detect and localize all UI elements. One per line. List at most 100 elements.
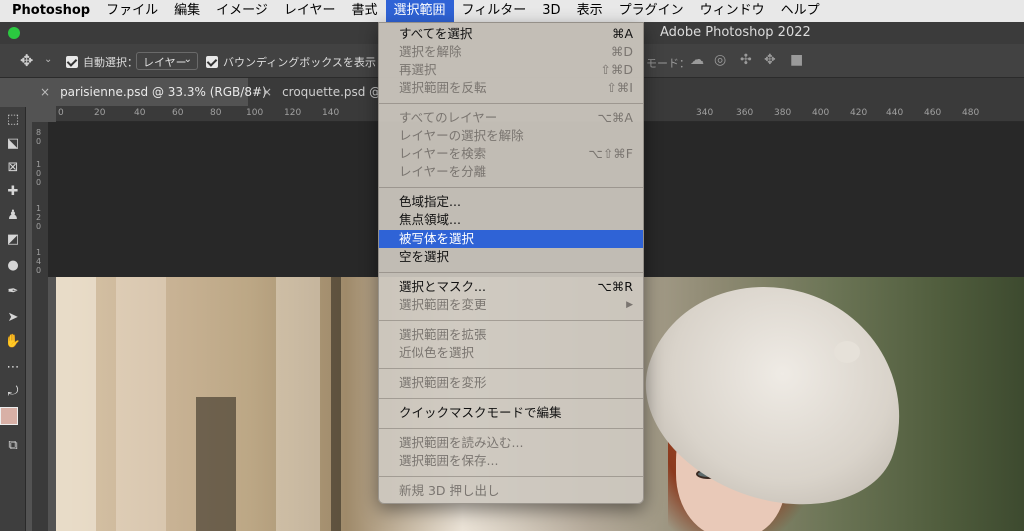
menu-layer[interactable]: レイヤー <box>276 0 344 22</box>
ruler-label: 80 <box>210 108 222 118</box>
menu-item-inverse[interactable]: 選択範囲を反転 ⇧⌘I <box>379 79 643 97</box>
select-menu-dropdown: すべてを選択 ⌘A 選択を解除 ⌘D 再選択 ⇧⌘D 選択範囲を反転 ⇧⌘I すべてのレ… <box>378 22 644 504</box>
subject-beret <box>619 277 933 531</box>
marquee-tool-icon[interactable]: ⬚ <box>4 111 22 129</box>
menu-item-color-range[interactable]: 色域指定... <box>379 193 643 211</box>
ruler-label: 1 2 0 <box>36 204 42 231</box>
menu-type[interactable]: 書式 <box>344 0 386 22</box>
menu-item-label: レイヤーを分離 <box>399 164 487 179</box>
tab-croquette[interactable]: × croquette.psd @ 33 <box>248 78 378 106</box>
eraser-tool-icon[interactable]: ◩ <box>4 231 22 249</box>
menu-item-focus-area[interactable]: 焦点領域... <box>379 211 643 229</box>
swap-colors-icon[interactable]: ⤾ <box>4 383 22 401</box>
ruler-label: 1 0 0 <box>36 160 42 187</box>
ruler-label: 20 <box>94 108 106 118</box>
checkbox-checked-icon <box>66 56 78 68</box>
menu-item-all-layers[interactable]: すべてのレイヤー ⌥⌘A <box>379 109 643 127</box>
menu-item-reselect[interactable]: 再選択 ⇧⌘D <box>379 61 643 79</box>
3d-mode-label: モード： <box>646 57 690 70</box>
menu-item-shortcut: ⇧⌘D <box>600 62 633 77</box>
menu-item-modify[interactable]: 選択範囲を変更 ▶ <box>379 296 643 314</box>
menu-bar: Photoshop ファイル 編集 イメージ レイヤー 書式 選択範囲 フィルタ… <box>0 0 1024 22</box>
menu-app-photoshop[interactable]: Photoshop <box>0 0 98 22</box>
healing-brush-icon[interactable]: ✚ <box>4 183 22 201</box>
menu-item-quick-mask[interactable]: クイックマスクモードで編集 <box>379 404 643 422</box>
menu-item-isolate-layers[interactable]: レイヤーを分離 <box>379 163 643 181</box>
menu-file[interactable]: ファイル <box>98 0 166 22</box>
auto-select-dropdown[interactable]: レイヤー ⌄ <box>136 52 198 70</box>
beret-stalk <box>834 341 860 363</box>
pen-tool-icon[interactable]: ✒ <box>4 283 22 301</box>
menu-item-save-selection[interactable]: 選択範囲を保存... <box>379 452 643 470</box>
menu-item-label: レイヤーを検索 <box>399 146 487 161</box>
tab-label: parisienne.psd @ 33.3% (RGB/8#) <box>60 85 267 99</box>
menu-item-label: 新規 3D 押し出し <box>399 483 500 498</box>
menu-item-label: 再選択 <box>399 62 437 77</box>
menu-select[interactable]: 選択範囲 <box>385 0 454 22</box>
object-select-tool-icon[interactable]: ⬕ <box>4 135 22 153</box>
menu-item-label: 焦点領域... <box>399 212 461 227</box>
menu-item-deselect-layers[interactable]: レイヤーの選択を解除 <box>379 127 643 145</box>
menu-3d[interactable]: 3D <box>534 0 568 22</box>
camera-3d-icon[interactable]: ■ <box>790 52 803 68</box>
menu-item-select-subject[interactable]: 被写体を選択 <box>379 230 643 248</box>
menu-item-grow[interactable]: 選択範囲を拡張 <box>379 326 643 344</box>
menu-item-label: 色域指定... <box>399 194 461 209</box>
menu-image[interactable]: イメージ <box>208 0 276 22</box>
ruler-label: 420 <box>850 108 868 118</box>
menu-item-similar[interactable]: 近似色を選択 <box>379 344 643 362</box>
ruler-label: 8 0 <box>36 128 42 146</box>
menu-item-select-sky[interactable]: 空を選択 <box>379 248 643 266</box>
menu-view[interactable]: 表示 <box>569 0 611 22</box>
tab-parisienne[interactable]: × parisienne.psd @ 33.3% (RGB/8#) <box>26 78 267 106</box>
menu-window[interactable]: ウィンドウ <box>692 0 773 22</box>
tool-preset-chevron-icon[interactable]: ⌄ <box>44 54 52 65</box>
menu-filter[interactable]: フィルター <box>454 0 535 22</box>
submenu-arrow-icon: ▶ <box>626 300 633 310</box>
menu-item-deselect[interactable]: 選択を解除 ⌘D <box>379 43 643 61</box>
bounding-box-label: バウンディングボックスを表示 <box>223 56 376 69</box>
hand-tool-icon[interactable]: ✋ <box>4 333 22 351</box>
menu-item-label: 選択範囲を読み込む... <box>399 435 524 450</box>
menu-help[interactable]: ヘルプ <box>773 0 828 22</box>
clone-stamp-icon[interactable]: ♟ <box>4 207 22 225</box>
checkbox-checked-icon <box>206 56 218 68</box>
close-tab-icon[interactable]: × <box>262 85 272 99</box>
auto-select-checkbox[interactable]: 自動選択： <box>66 54 138 70</box>
screen-mode-icon[interactable]: ⧉ <box>4 437 22 455</box>
menu-edit[interactable]: 編集 <box>166 0 208 22</box>
ruler-label: 120 <box>284 108 302 118</box>
menu-item-label: すべてを選択 <box>399 26 473 41</box>
menu-item-select-all[interactable]: すべてを選択 ⌘A <box>379 25 643 43</box>
ruler-label: 1 4 0 <box>36 248 42 275</box>
slide-3d-icon[interactable]: ✥ <box>764 52 776 68</box>
path-select-tool-icon[interactable]: ➤ <box>4 309 22 327</box>
window-zoom-button[interactable] <box>8 27 20 39</box>
menu-item-load-selection[interactable]: 選択範囲を読み込む... <box>379 434 643 452</box>
menu-item-label: 選択を解除 <box>399 44 462 59</box>
orbit-3d-icon[interactable]: ☁ <box>690 52 704 68</box>
menu-item-shortcut: ⌥⌘A <box>597 110 633 125</box>
menu-item-new-3d-extrusion[interactable]: 新規 3D 押し出し <box>379 482 643 500</box>
tab-label: croquette.psd @ 33 <box>282 85 378 99</box>
move-tool-icon[interactable]: ✥ <box>20 51 33 70</box>
vertical-ruler: 8 0 1 0 0 1 2 0 1 4 0 <box>32 122 48 531</box>
close-tab-icon[interactable]: × <box>40 85 50 99</box>
ruler-label: 440 <box>886 108 904 118</box>
show-bounding-box-checkbox[interactable]: バウンディングボックスを表示 <box>206 54 376 70</box>
drag-3d-icon[interactable]: ✣ <box>740 52 752 68</box>
frame-tool-icon[interactable]: ⊠ <box>4 159 22 177</box>
foreground-color-swatch[interactable] <box>0 407 18 425</box>
menu-plugins[interactable]: プラグイン <box>611 0 692 22</box>
ruler-label: 360 <box>736 108 754 118</box>
photoshop-window: Photoshop ファイル 編集 イメージ レイヤー 書式 選択範囲 フィルタ… <box>0 0 1024 531</box>
more-tools-icon[interactable]: ⋯ <box>4 359 22 377</box>
menu-item-transform-selection[interactable]: 選択範囲を変形 <box>379 374 643 392</box>
menu-item-select-and-mask[interactable]: 選択とマスク... ⌥⌘R <box>379 278 643 296</box>
roll-3d-icon[interactable]: ◎ <box>714 52 726 68</box>
ruler-label: 400 <box>812 108 830 118</box>
blur-tool-icon[interactable]: ● <box>4 257 22 275</box>
ruler-label: 480 <box>962 108 980 118</box>
menu-item-find-layers[interactable]: レイヤーを検索 ⌥⇧⌘F <box>379 145 643 163</box>
menu-separator <box>379 187 643 188</box>
